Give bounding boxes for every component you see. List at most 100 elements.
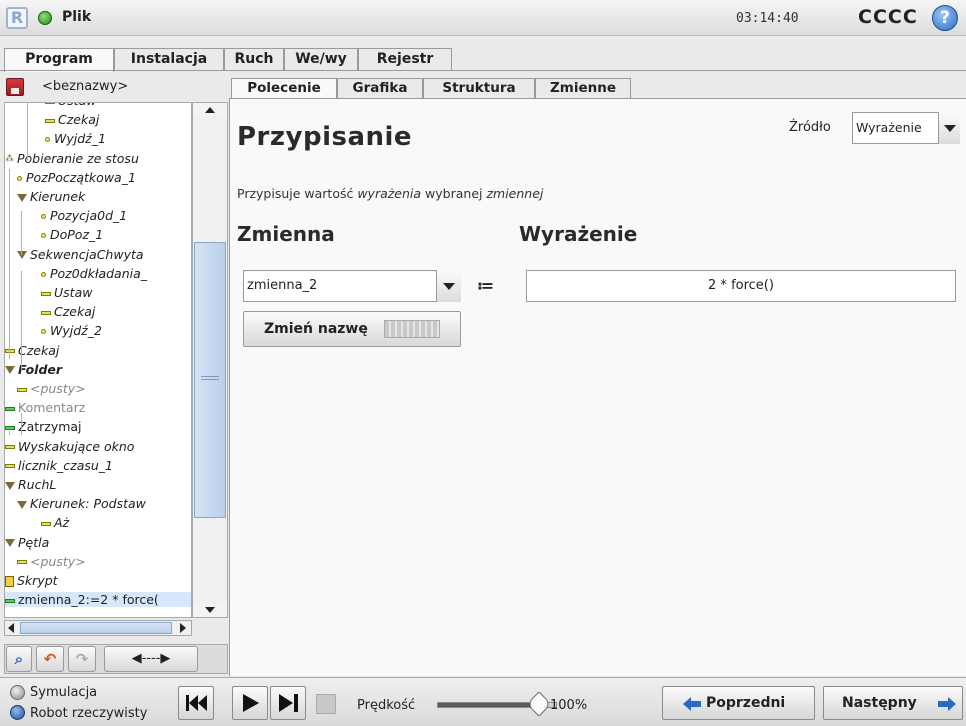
play-icon (243, 694, 259, 712)
simulation-label[interactable]: Symulacja (30, 685, 97, 700)
tree-node[interactable]: Ustaw (45, 103, 96, 108)
triangle-icon (5, 539, 15, 548)
skip-to-start-button[interactable] (178, 686, 214, 720)
tree-node[interactable]: Czekaj (5, 343, 59, 358)
tree-node-label: Pobieranie ze stosu (17, 150, 139, 166)
tree-node[interactable]: SekwencjaChwyta (17, 247, 144, 262)
bar-green-icon (5, 425, 15, 430)
tree-node[interactable]: Wyskakujące okno (5, 439, 134, 454)
triangle-icon (5, 481, 15, 490)
tree-node-label: licznik_czasu_1 (18, 457, 113, 473)
tree-node-label: Czekaj (54, 304, 96, 320)
real-robot-radio[interactable] (10, 705, 25, 720)
tree-node-label: <pusty> (30, 553, 86, 569)
scroll-right-icon[interactable] (176, 622, 188, 634)
tree-node[interactable]: <pusty> (17, 381, 86, 396)
tree-node-label: Wyjdź_1 (54, 131, 106, 147)
triangle-icon (5, 366, 15, 375)
variable-select-value[interactable]: zmienna_2 (247, 278, 317, 293)
tree-node-label: PozPoczątkowa_1 (26, 169, 136, 185)
tree-node[interactable]: Komentarz (5, 400, 85, 415)
tree-node-label: Pozycja0d_1 (50, 208, 128, 224)
tree-node[interactable]: zmienna_2:=2 * force( (5, 592, 191, 608)
tab-grafika[interactable]: Grafika (337, 78, 423, 99)
expression-value[interactable]: 2 * force() (526, 278, 956, 293)
tree-node[interactable]: Wyjdź_2 (41, 323, 102, 338)
tree-node-label: Aż (54, 515, 70, 531)
horizontal-scroll-thumb[interactable] (20, 622, 172, 634)
arrow-right-icon (938, 697, 956, 711)
grip-icon (201, 376, 219, 380)
bar-yellow-icon (41, 521, 51, 526)
tree-node-label: Folder (18, 361, 63, 377)
bar-yellow-icon (5, 464, 15, 469)
tree-node[interactable]: Czekaj (45, 112, 99, 127)
tree-node[interactable]: Wyjdź_1 (45, 131, 106, 146)
bar-yellow-icon (45, 103, 55, 104)
previous-button-label[interactable]: Poprzedni (706, 695, 785, 711)
tree-node-label: Komentarz (18, 400, 86, 416)
scroll-down-icon[interactable] (193, 603, 227, 617)
tab-zmienne[interactable]: Zmienne (535, 78, 631, 99)
top-bar (0, 0, 966, 36)
magnifier-icon[interactable]: ⌕ (6, 646, 32, 672)
tree-node[interactable]: Skrypt (5, 573, 58, 588)
tree-node[interactable]: Aż (41, 515, 69, 530)
tree-node[interactable]: Pozycja0d_1 (41, 208, 127, 223)
tree-node[interactable]: Folder (5, 362, 62, 377)
help-icon[interactable]: ? (932, 5, 958, 31)
move-node-button[interactable]: ◀----▶ (104, 646, 198, 672)
tree-node[interactable]: Zatrzymaj (5, 419, 82, 434)
triangle-icon (17, 500, 27, 509)
tab-instalacja[interactable]: Instalacja (114, 48, 224, 71)
file-menu[interactable]: Plik (62, 9, 91, 25)
expression-header: Wyrażenie (519, 222, 638, 246)
source-select-value[interactable]: Wyrażenie (856, 120, 922, 135)
bar-yellow-icon (45, 118, 55, 123)
tab-rejestr[interactable]: Rejestr (358, 48, 452, 71)
scroll-up-icon[interactable] (193, 103, 227, 117)
tab-struktura[interactable]: Struktura (423, 78, 535, 99)
undo-arrow-icon[interactable]: ↶ (36, 646, 64, 672)
play-button[interactable] (232, 686, 268, 720)
stop-button[interactable] (316, 694, 336, 714)
program-name: <beznazwy> (42, 79, 129, 94)
tree-node[interactable]: Kierunek: Podstaw (17, 496, 146, 511)
simulation-radio[interactable] (10, 685, 25, 700)
tree-node[interactable]: <pusty> (17, 554, 86, 569)
tree-node[interactable]: ⁂ Pobieranie ze stosu (5, 151, 139, 166)
page-title: Przypisanie (237, 122, 413, 152)
tree-node[interactable]: PozPoczątkowa_1 (17, 170, 136, 185)
chevron-down-icon[interactable] (938, 112, 960, 144)
save-icon[interactable] (6, 78, 24, 96)
bar-green-icon (5, 598, 15, 603)
scroll-left-icon[interactable] (6, 622, 18, 634)
tree-node-label: Wyskakujące okno (18, 438, 135, 454)
tree-node[interactable]: licznik_czasu_1 (5, 458, 113, 473)
tree-node[interactable]: RuchL (5, 477, 56, 492)
tree-node[interactable]: Poz0dkładania_ (41, 266, 147, 281)
tree-node[interactable]: Pętla (5, 535, 49, 550)
tab-we-wy[interactable]: We/wy (284, 48, 358, 71)
bar-yellow-icon (5, 445, 15, 450)
bar-green-icon (5, 406, 15, 411)
next-button-label[interactable]: Następny (842, 695, 917, 711)
real-robot-label[interactable]: Robot rzeczywisty (30, 706, 147, 721)
redo-arrow-icon[interactable]: ↷ (68, 646, 96, 672)
clock: 03:14:40 (736, 11, 799, 26)
tree-node-label: RuchL (18, 477, 57, 492)
pick-icon: ⁂ (5, 154, 14, 165)
tree-node[interactable]: Kierunek (17, 189, 85, 204)
program-tree[interactable]: UstawCzekajWyjdź_1⁂Pobieranie ze stosuPo… (4, 102, 192, 618)
tab-polecenie[interactable]: Polecenie (231, 78, 337, 100)
tree-node[interactable]: Ustaw (41, 285, 92, 300)
tree-node[interactable]: Czekaj (41, 304, 95, 319)
step-button[interactable] (270, 686, 306, 720)
tree-node[interactable]: DoPoz_1 (41, 227, 103, 242)
tab-ruch[interactable]: Ruch (224, 48, 284, 71)
vertical-scroll-thumb[interactable] (194, 242, 226, 518)
chevron-down-icon[interactable] (436, 270, 461, 302)
tab-program[interactable]: Program (4, 48, 114, 72)
speed-value: 100% (550, 698, 588, 713)
rename-button-label[interactable]: Zmień nazwę (264, 321, 368, 337)
